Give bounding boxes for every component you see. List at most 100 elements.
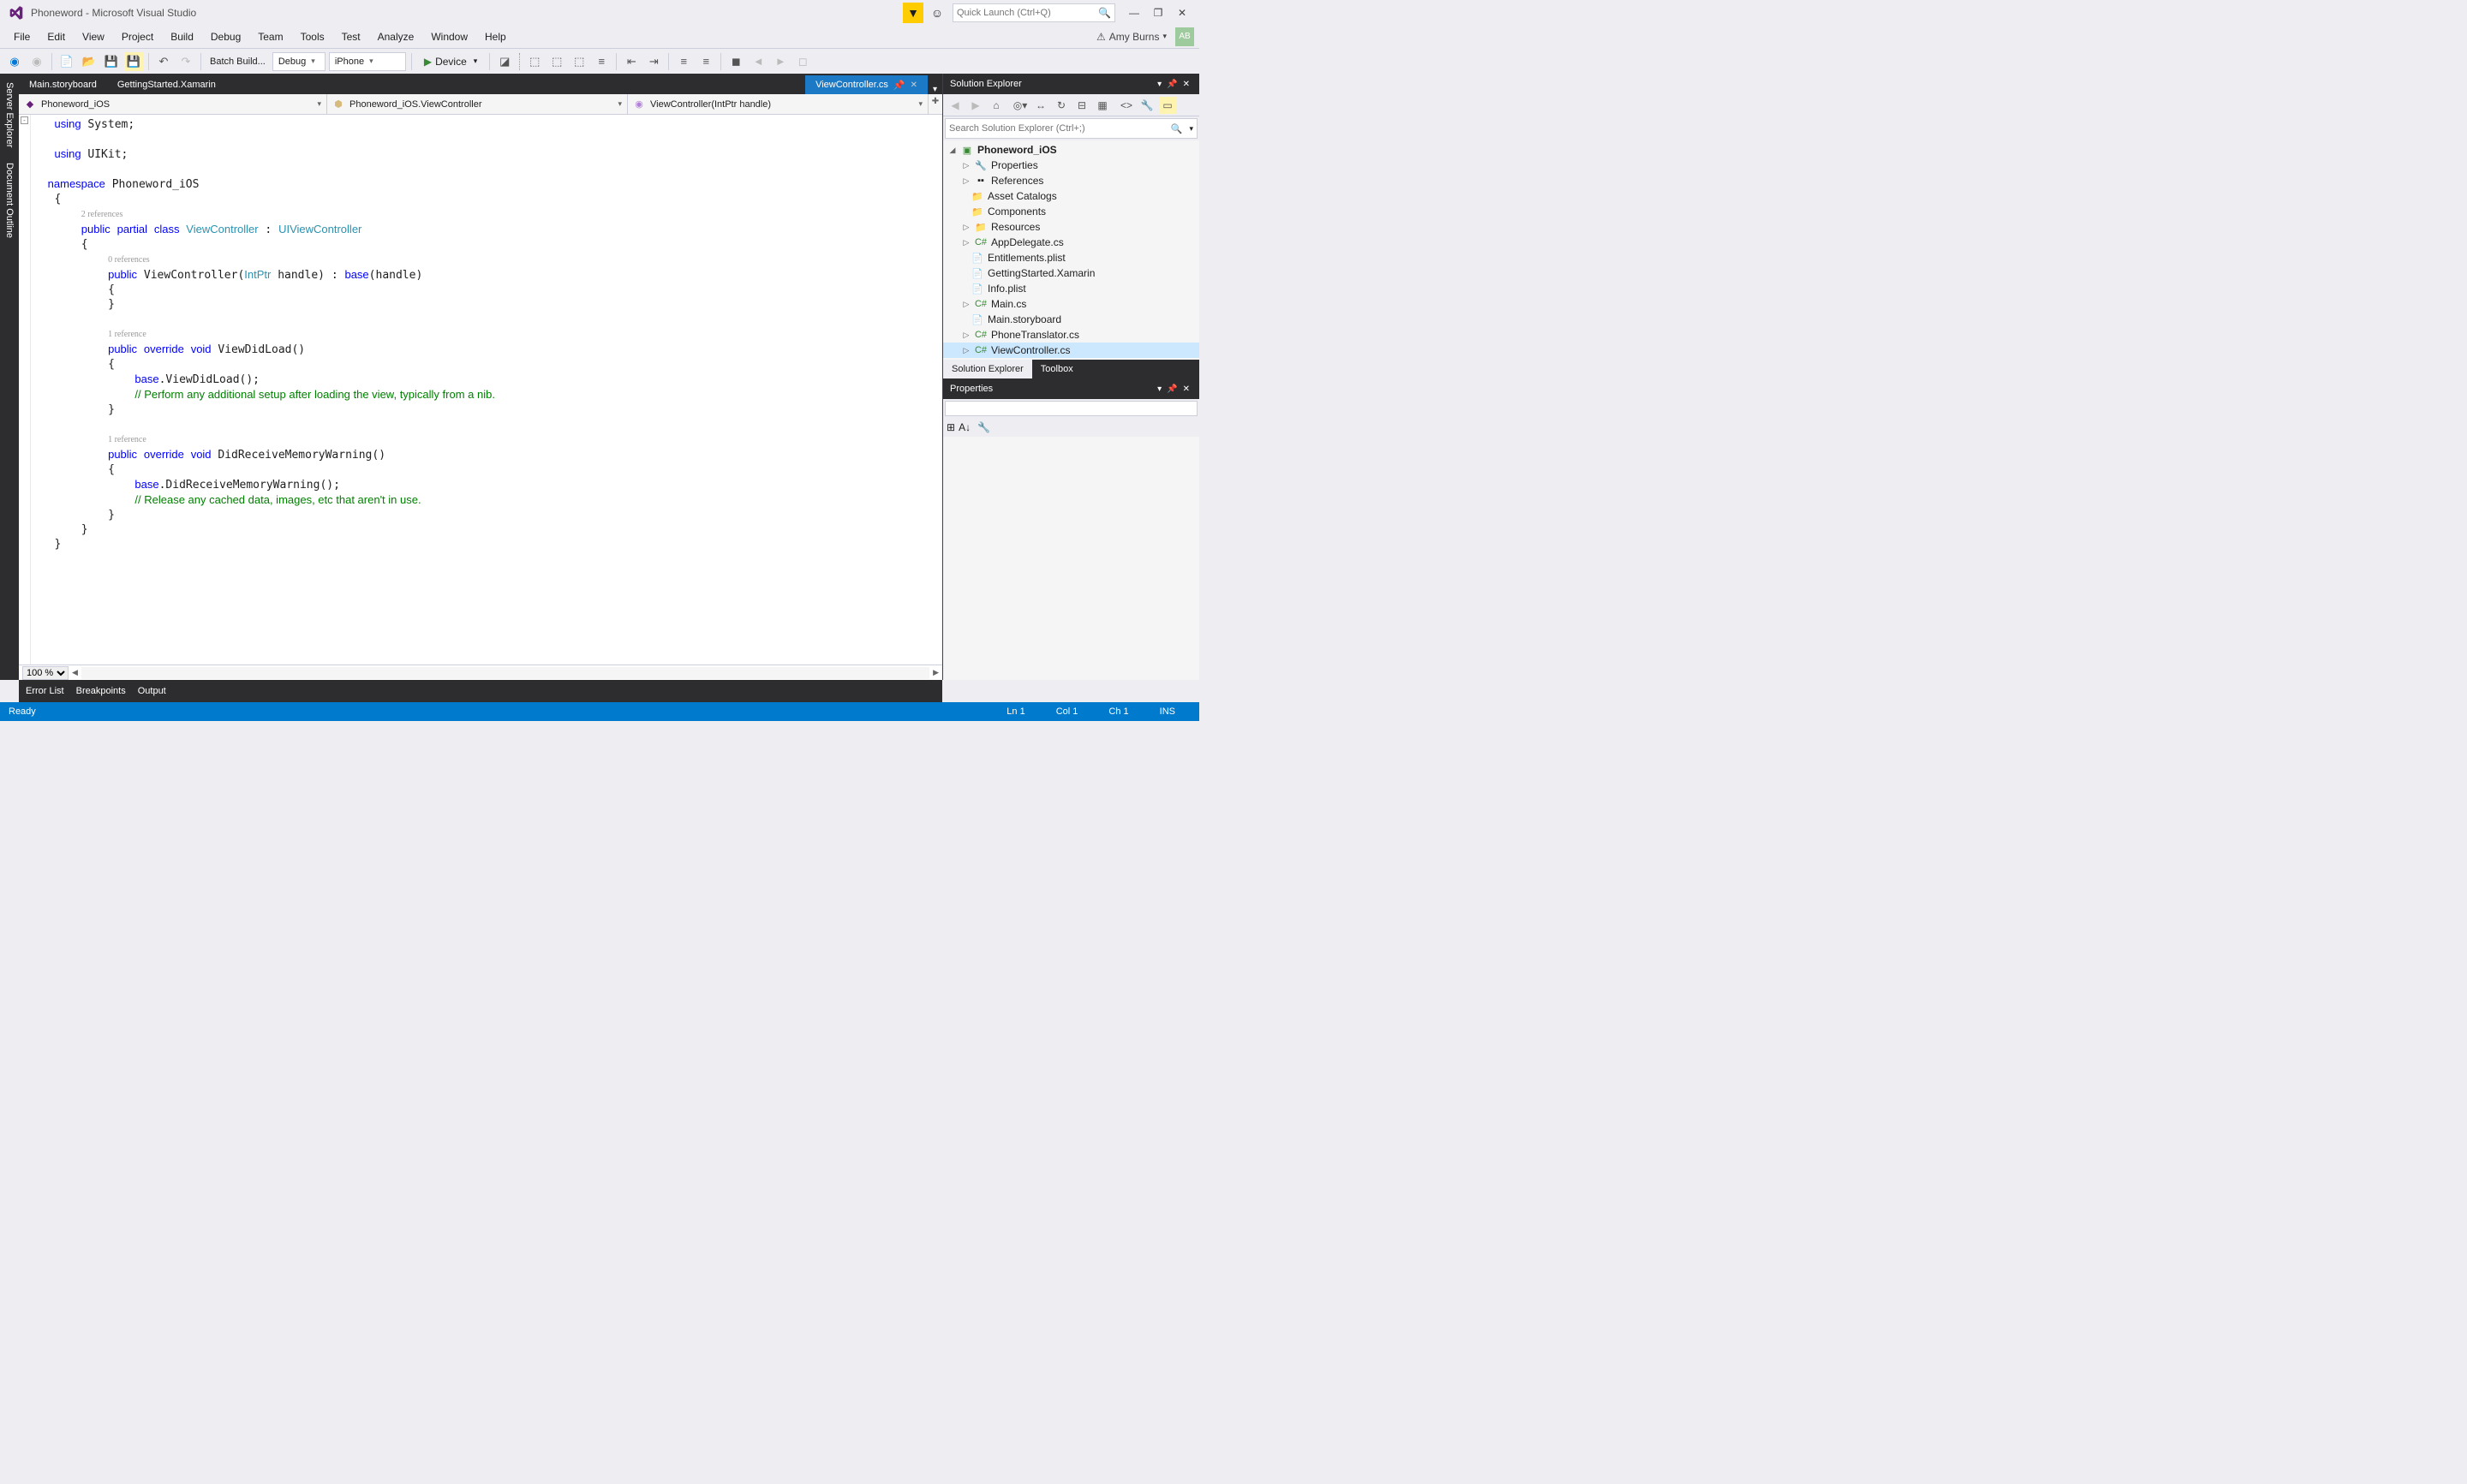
se-collapse-button[interactable]: ⊟ — [1073, 97, 1090, 114]
close-tab-icon[interactable]: ✕ — [911, 80, 917, 90]
tab-overflow-button[interactable]: ▾ — [928, 85, 942, 94]
tree-node-infoplist[interactable]: 📄Info.plist — [943, 281, 1199, 296]
tree-node-entitlements[interactable]: 📄Entitlements.plist — [943, 250, 1199, 265]
menu-help[interactable]: Help — [476, 28, 515, 45]
props-alpha-button[interactable]: A↓ — [959, 421, 971, 433]
code-editor[interactable]: using System; using UIKit; namespace Pho… — [31, 115, 942, 665]
tree-node-assetcatalogs[interactable]: 📁Asset Catalogs — [943, 188, 1199, 204]
pin-icon[interactable]: 📌 — [893, 80, 905, 91]
tree-node-appdelegate[interactable]: ▷C#AppDelegate.cs — [943, 235, 1199, 250]
configuration-dropdown[interactable]: Debug — [272, 52, 326, 71]
quick-launch-input[interactable] — [957, 8, 1098, 18]
bookmark-btn[interactable]: ◼ — [726, 52, 745, 71]
tree-node-maincs[interactable]: ▷C#Main.cs — [943, 296, 1199, 312]
maximize-button[interactable]: ❐ — [1146, 3, 1170, 22]
nav-member-dropdown[interactable]: ◉ ViewController(IntPtr handle) — [628, 94, 929, 114]
uncomment-btn[interactable]: ≡ — [696, 52, 715, 71]
toolbar-btn-1[interactable]: ◪ — [495, 52, 514, 71]
horizontal-scrollbar[interactable] — [81, 667, 929, 679]
props-wrench-button[interactable]: 🔧 — [977, 421, 990, 433]
tree-node-viewcontroller[interactable]: ▷C#ViewController.cs — [943, 343, 1199, 358]
tree-node-components[interactable]: 📁Components — [943, 204, 1199, 219]
menu-tools[interactable]: Tools — [292, 28, 333, 45]
tree-root[interactable]: ◢ ▣ Phoneword_iOS — [943, 142, 1199, 158]
properties-object-dropdown[interactable] — [945, 401, 1198, 416]
tab-output[interactable]: Output — [138, 686, 166, 696]
close-button[interactable]: ✕ — [1170, 3, 1194, 22]
panel-menu-icon[interactable]: ▾ — [1155, 384, 1164, 394]
menu-team[interactable]: Team — [249, 28, 291, 45]
menu-file[interactable]: File — [5, 28, 39, 45]
tree-node-references[interactable]: ▷▪▪References — [943, 173, 1199, 188]
panel-close-icon[interactable]: ✕ — [1180, 384, 1192, 394]
panel-pin-icon[interactable]: 📌 — [1164, 384, 1180, 394]
panel-tab-toolbox[interactable]: Toolbox — [1032, 360, 1082, 378]
search-dropdown-icon[interactable]: ▾ — [1186, 124, 1197, 134]
notification-icon[interactable]: ▼ — [903, 3, 923, 23]
platform-dropdown[interactable]: iPhone — [329, 52, 406, 71]
menu-view[interactable]: View — [74, 28, 113, 45]
new-project-button[interactable]: 📄 — [57, 52, 76, 71]
indent-btn-2[interactable]: ⇥ — [644, 52, 663, 71]
user-account[interactable]: ⚠ Amy Burns ▾ — [1091, 31, 1172, 43]
solution-search-box[interactable]: 🔍 ▾ — [945, 118, 1198, 139]
panel-menu-icon[interactable]: ▾ — [1155, 80, 1164, 89]
start-debug-button[interactable]: ▶ Device ▾ — [417, 52, 484, 71]
properties-grid[interactable] — [943, 437, 1199, 680]
se-showall-button[interactable]: ▦ — [1094, 97, 1111, 114]
bookmark-clear[interactable]: ◻ — [793, 52, 812, 71]
document-outline-tab[interactable]: Document Outline — [3, 158, 16, 243]
undo-button[interactable]: ↶ — [154, 52, 173, 71]
menu-window[interactable]: Window — [422, 28, 476, 45]
nav-project-dropdown[interactable]: ◆ Phoneword_iOS — [19, 94, 327, 114]
tab-error-list[interactable]: Error List — [26, 686, 64, 696]
se-viewcode-button[interactable]: <> — [1118, 97, 1135, 114]
tab-viewcontroller-active[interactable]: ViewController.cs 📌 ✕ — [805, 75, 928, 94]
menu-project[interactable]: Project — [113, 28, 162, 45]
se-sync-button[interactable]: ↔ — [1032, 97, 1049, 114]
nav-class-dropdown[interactable]: ⬢ Phoneword_iOS.ViewController — [327, 94, 628, 114]
feedback-smile-icon[interactable]: ☺ — [927, 3, 947, 23]
se-scope-button[interactable]: ◎▾ — [1012, 97, 1029, 114]
bookmark-prev[interactable]: ◄ — [749, 52, 768, 71]
menu-build[interactable]: Build — [162, 28, 202, 45]
bookmark-next[interactable]: ► — [771, 52, 790, 71]
se-home-button[interactable]: ⌂ — [988, 97, 1005, 114]
se-refresh-button[interactable]: ↻ — [1053, 97, 1070, 114]
server-explorer-tab[interactable]: Server Explorer — [3, 77, 16, 152]
tab-getting-started[interactable]: GettingStarted.Xamarin — [107, 75, 226, 94]
zoom-dropdown[interactable]: 100 % — [22, 666, 69, 680]
redo-button[interactable]: ↷ — [176, 52, 195, 71]
batch-build-label[interactable]: Batch Build... — [206, 57, 269, 67]
se-back-button[interactable]: ◀ — [947, 97, 964, 114]
panel-pin-icon[interactable]: 📌 — [1164, 80, 1180, 89]
tree-node-phonetranslator[interactable]: ▷C#PhoneTranslator.cs — [943, 327, 1199, 343]
comment-btn[interactable]: ≡ — [674, 52, 693, 71]
toolbar-btn-3[interactable]: ⬚ — [547, 52, 566, 71]
nav-back-button[interactable]: ◉ — [5, 52, 24, 71]
panel-tab-solution-explorer[interactable]: Solution Explorer — [943, 360, 1032, 378]
tab-breakpoints[interactable]: Breakpoints — [76, 686, 126, 696]
indent-btn-1[interactable]: ⇤ — [622, 52, 641, 71]
panel-close-icon[interactable]: ✕ — [1180, 80, 1192, 89]
menu-debug[interactable]: Debug — [202, 28, 249, 45]
tree-node-resources[interactable]: ▷📁Resources — [943, 219, 1199, 235]
tree-node-properties[interactable]: ▷🔧Properties — [943, 158, 1199, 173]
solution-search-input[interactable] — [946, 123, 1168, 134]
toolbar-btn-2[interactable]: ⬚ — [525, 52, 544, 71]
open-file-button[interactable]: 📂 — [80, 52, 99, 71]
save-all-button[interactable]: 💾 — [124, 52, 143, 71]
toolbar-btn-4[interactable]: ⬚ — [570, 52, 588, 71]
quick-launch-box[interactable]: 🔍 — [953, 3, 1115, 22]
split-editor-button[interactable]: ✚ — [929, 94, 942, 108]
se-properties-button[interactable]: 🔧 — [1138, 97, 1156, 114]
save-button[interactable]: 💾 — [102, 52, 121, 71]
user-avatar[interactable]: AB — [1175, 27, 1194, 46]
menu-edit[interactable]: Edit — [39, 28, 74, 45]
minimize-button[interactable]: — — [1122, 3, 1146, 22]
nav-forward-button[interactable]: ◉ — [27, 52, 46, 71]
menu-analyze[interactable]: Analyze — [369, 28, 423, 45]
menu-test[interactable]: Test — [333, 28, 369, 45]
fold-toggle[interactable]: - — [21, 116, 28, 124]
toolbar-btn-5[interactable]: ≡ — [592, 52, 611, 71]
